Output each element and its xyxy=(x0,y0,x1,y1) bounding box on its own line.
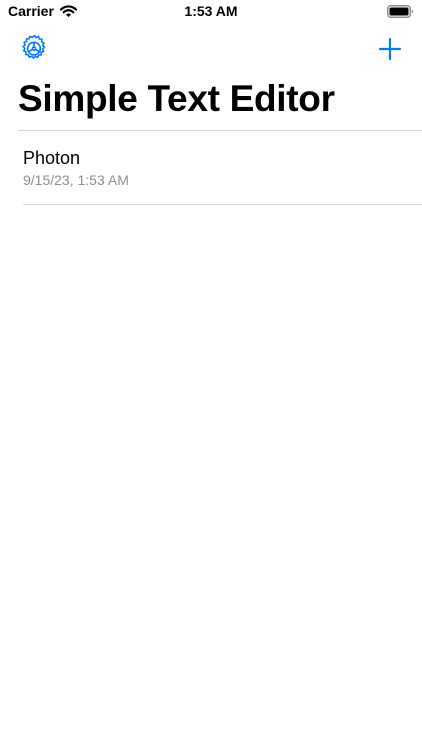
document-modified-date: 9/15/23, 1:53 AM xyxy=(23,172,129,188)
status-bar: Carrier 1:53 AM xyxy=(0,0,422,26)
add-document-button[interactable] xyxy=(376,35,404,63)
document-name: Photon xyxy=(23,148,81,168)
status-time: 1:53 AM xyxy=(184,3,238,19)
app-screen: Carrier 1:53 AM Simple Text Editor Photo… xyxy=(0,0,422,750)
document-item[interactable]: Photon 9/15/23, 1:53 AM xyxy=(0,131,422,205)
divider xyxy=(23,204,422,205)
settings-button[interactable] xyxy=(18,33,50,65)
plus-icon xyxy=(378,37,402,61)
document-list: Photon 9/15/23, 1:53 AM xyxy=(0,131,422,205)
page-title: Simple Text Editor xyxy=(18,78,335,119)
gear-icon xyxy=(22,34,46,59)
battery-full-icon xyxy=(387,5,414,18)
navigation-bar xyxy=(0,30,422,68)
